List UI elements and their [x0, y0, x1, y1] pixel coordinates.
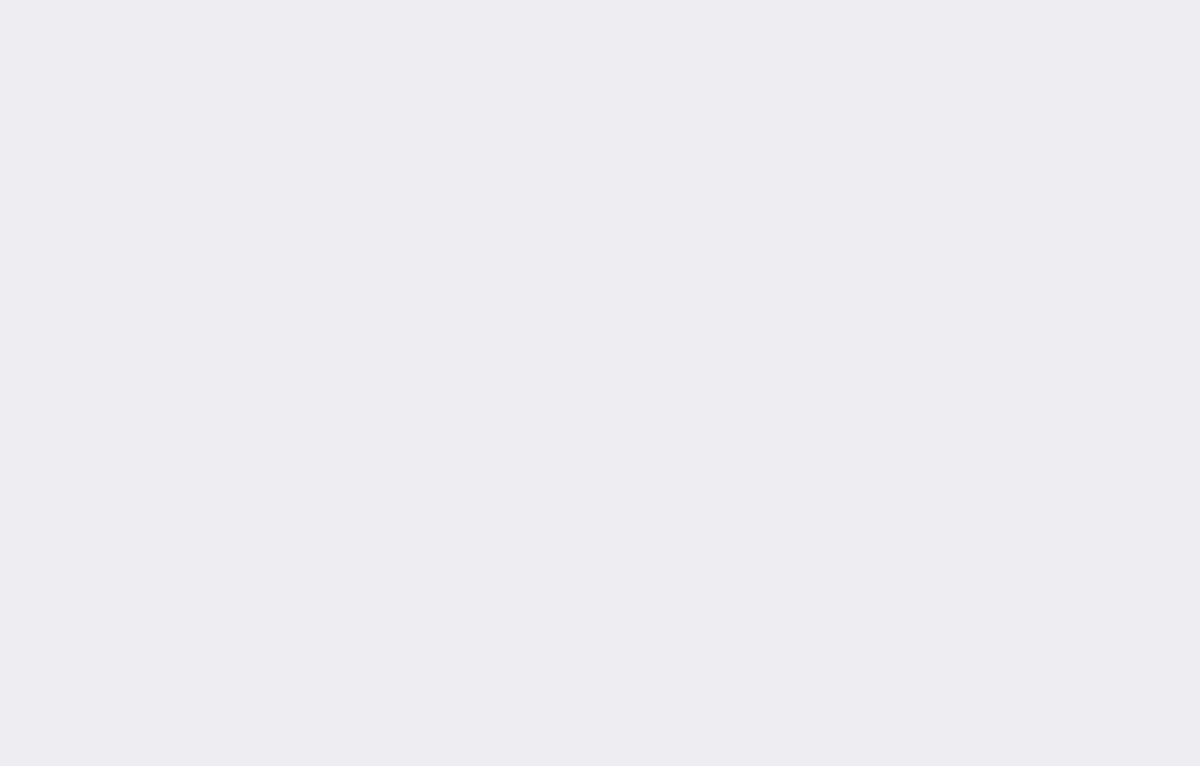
- title-bar: [0, 0, 1200, 28]
